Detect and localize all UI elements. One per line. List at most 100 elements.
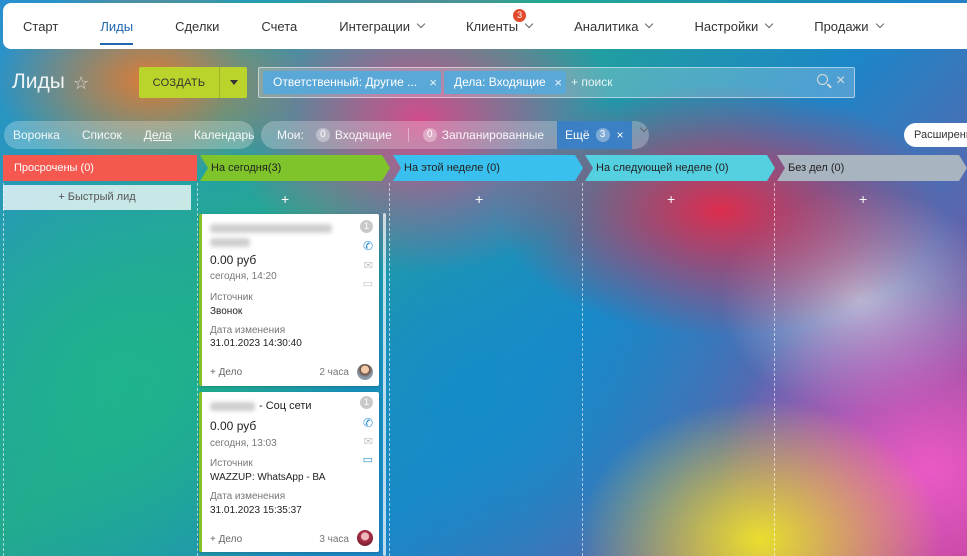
counter-planned[interactable]: 0 Запланированные xyxy=(422,128,544,142)
column-title: Без дел xyxy=(788,162,828,174)
nav-item-settings[interactable]: Настройки xyxy=(694,3,774,49)
lead-date: сегодня, 14:20 xyxy=(210,271,277,282)
counter-label: Входящие xyxy=(334,128,392,142)
nav-label: Настройки xyxy=(694,18,759,34)
source-label: Источник xyxy=(210,458,253,469)
counter-incoming[interactable]: 0 Входящие xyxy=(315,128,392,142)
lead-card[interactable]: 1 ✆ ✉ ▭ 0.00 руб сегодня, 14:20 Источник… xyxy=(199,214,379,386)
add-lead-button[interactable]: + xyxy=(281,191,289,207)
quick-lead-button[interactable]: + Быстрый лид xyxy=(3,185,191,210)
star-icon[interactable]: ☆ xyxy=(73,73,89,94)
chevron-down-icon xyxy=(524,19,534,29)
nav-label: Продажи xyxy=(814,18,869,34)
counter-badge: 0 xyxy=(315,128,330,142)
more-label: Ещё xyxy=(565,128,590,142)
clear-icon[interactable]: × xyxy=(836,72,845,90)
modified-value: 31.01.2023 14:30:40 xyxy=(210,338,302,349)
column-title: Просрочены xyxy=(14,162,78,174)
lead-date: сегодня, 13:03 xyxy=(210,438,277,449)
nav-label: Сделки xyxy=(175,18,220,34)
nav-item-deals[interactable]: Сделки xyxy=(175,3,219,49)
activity-count-badge: 1 xyxy=(360,396,373,409)
add-lead-button[interactable]: + xyxy=(667,191,675,207)
column-today[interactable]: На сегодня(3) xyxy=(200,155,390,181)
lead-title-suffix: - Соц сети xyxy=(259,400,312,412)
nav-label: Лиды xyxy=(100,18,134,34)
column-no-activities[interactable]: Без дел (0) xyxy=(777,155,967,181)
nav-item-start[interactable]: Старт xyxy=(23,3,58,49)
phone-icon[interactable]: ✆ xyxy=(363,239,373,253)
create-button-label: СОЗДАТЬ xyxy=(152,76,206,89)
add-activity-button[interactable]: + Дело xyxy=(210,534,242,545)
column-title: На сегодня xyxy=(211,162,268,174)
lead-amount: 0.00 руб xyxy=(210,253,257,267)
column-scrollbar[interactable] xyxy=(383,213,386,556)
avatar[interactable] xyxy=(357,530,373,546)
chevron-down-icon[interactable] xyxy=(639,123,649,133)
close-icon[interactable]: × xyxy=(617,128,624,142)
filter-tag-responsible[interactable]: Ответственный: Другие ... × xyxy=(263,71,441,94)
add-activity-button[interactable]: + Дело xyxy=(210,367,242,378)
column-next-week[interactable]: На следующей неделе (0) xyxy=(585,155,775,181)
nav-label: Счета xyxy=(261,18,298,34)
close-icon[interactable]: × xyxy=(554,71,562,94)
create-button[interactable]: СОЗДАТЬ xyxy=(139,67,247,98)
chat-icon[interactable]: ▭ xyxy=(363,277,373,290)
column-overdue[interactable]: Просрочены (0) xyxy=(3,155,197,181)
nav-item-analytics[interactable]: Аналитика xyxy=(574,3,654,49)
chevron-down-icon xyxy=(875,19,884,29)
nav-item-sales[interactable]: Продажи xyxy=(814,3,884,49)
time-ago: 2 часа xyxy=(319,367,349,378)
column-count: (0) xyxy=(830,162,845,174)
column-count: (3) xyxy=(267,162,282,174)
add-lead-button[interactable]: + xyxy=(859,191,867,207)
view-calendar[interactable]: Календарь xyxy=(194,128,255,142)
nav-item-clients[interactable]: Клиенты 3 xyxy=(466,3,534,49)
chat-icon[interactable]: ▭ xyxy=(363,453,373,466)
close-icon[interactable]: × xyxy=(429,71,437,94)
filter-bar[interactable]: Ответственный: Другие ... × Дела: Входящ… xyxy=(258,67,855,98)
nav-item-integrations[interactable]: Интеграции xyxy=(339,3,426,49)
counters-label: Мои: xyxy=(277,128,304,142)
nav-label: Старт xyxy=(23,18,59,34)
more-filter-chip[interactable]: Ещё 3 × xyxy=(557,121,632,149)
counter-badge: 0 xyxy=(422,128,437,142)
nav-label: Аналитика xyxy=(574,18,639,34)
chevron-down-icon xyxy=(416,19,426,29)
create-dropdown-toggle[interactable] xyxy=(220,80,247,85)
extended-button[interactable]: Расширенн xyxy=(904,123,967,147)
chevron-down-icon xyxy=(645,19,654,29)
nav-item-leads[interactable]: Лиды xyxy=(100,3,133,49)
column-count: (0) xyxy=(80,162,94,174)
phone-icon[interactable]: ✆ xyxy=(363,416,373,430)
filter-tag-activities[interactable]: Дела: Входящие × xyxy=(444,71,566,94)
view-activities[interactable]: Дела xyxy=(144,128,172,142)
caret-down-icon xyxy=(229,80,238,85)
time-ago: 3 часа xyxy=(319,534,349,545)
column-divider xyxy=(3,183,4,556)
column-this-week[interactable]: На этой неделе (0) xyxy=(393,155,583,181)
lead-card[interactable]: - Соц сети 1 ✆ ✉ ▭ 0.00 руб сегодня, 13:… xyxy=(199,392,379,552)
column-divider xyxy=(197,183,198,556)
mail-icon[interactable]: ✉ xyxy=(364,259,373,272)
redacted-title xyxy=(210,402,255,411)
view-kanban[interactable]: Воронка xyxy=(13,128,60,142)
view-switcher: Воронка Список Дела Календарь xyxy=(4,121,254,149)
mail-icon[interactable]: ✉ xyxy=(364,435,373,448)
search-icon[interactable] xyxy=(817,74,828,85)
view-list[interactable]: Список xyxy=(82,128,122,142)
avatar[interactable] xyxy=(357,364,373,380)
nav-label: Интеграции xyxy=(339,18,410,34)
page-title: Лиды xyxy=(12,70,65,93)
search-input[interactable]: + поиск xyxy=(571,75,612,89)
column-divider xyxy=(389,183,390,556)
source-value: WAZZUP: WhatsApp - ВА xyxy=(210,472,326,483)
activity-count-badge: 1 xyxy=(360,220,373,233)
modified-label: Дата изменения xyxy=(210,325,286,336)
notification-badge: 3 xyxy=(513,9,527,22)
redacted-title xyxy=(210,238,250,247)
divider xyxy=(407,128,409,142)
nav-item-invoices[interactable]: Счета xyxy=(261,3,297,49)
add-lead-button[interactable]: + xyxy=(475,191,483,207)
top-nav: Старт Лиды Сделки Счета Интеграции Клиен… xyxy=(3,3,967,49)
